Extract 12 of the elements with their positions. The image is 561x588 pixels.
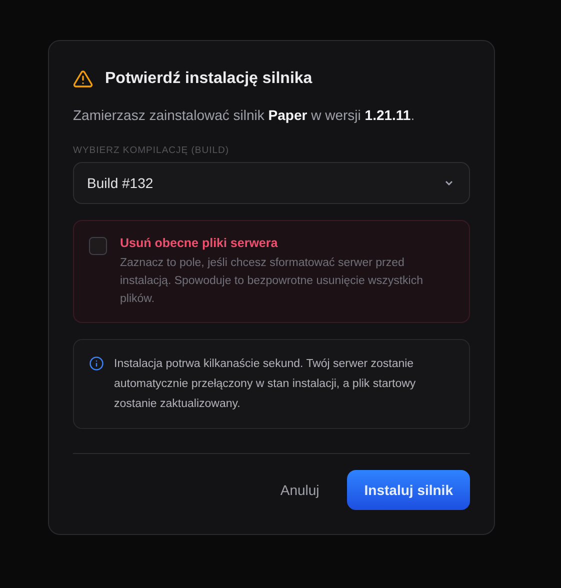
info-text: Instalacja potrwa kilkanaście sekund. Twój serwer zostanie automatycznie przełączony w stan instalacji, a plik startowy zostanie zaktualizowany. (114, 357, 417, 412)
intro-text: Zamierzasz zainstalować silnik Paper w wersji 1.21.11. (73, 107, 416, 123)
option-title: Usuń obecne pliki serwera (120, 236, 279, 250)
cancel-button[interactable]: Anuluj (276, 474, 324, 506)
info-icon (89, 356, 104, 371)
checkbox[interactable] (89, 237, 107, 255)
build-select[interactable]: Build #132 (73, 162, 470, 204)
install-button[interactable]: Instaluj silnik (347, 470, 470, 510)
field-label: WYBIERZ KOMPILACJĘ (BUILD) (73, 145, 230, 156)
dialog-title: Potwierdź instalację silnika (105, 70, 312, 88)
warning-icon (73, 69, 93, 89)
option-description: Zaznacz to pole, jeśli chcesz sformatować serwer przed instalacją. Spowoduje to bezpowrotne usunięcie wszystkich plików. (120, 256, 424, 307)
